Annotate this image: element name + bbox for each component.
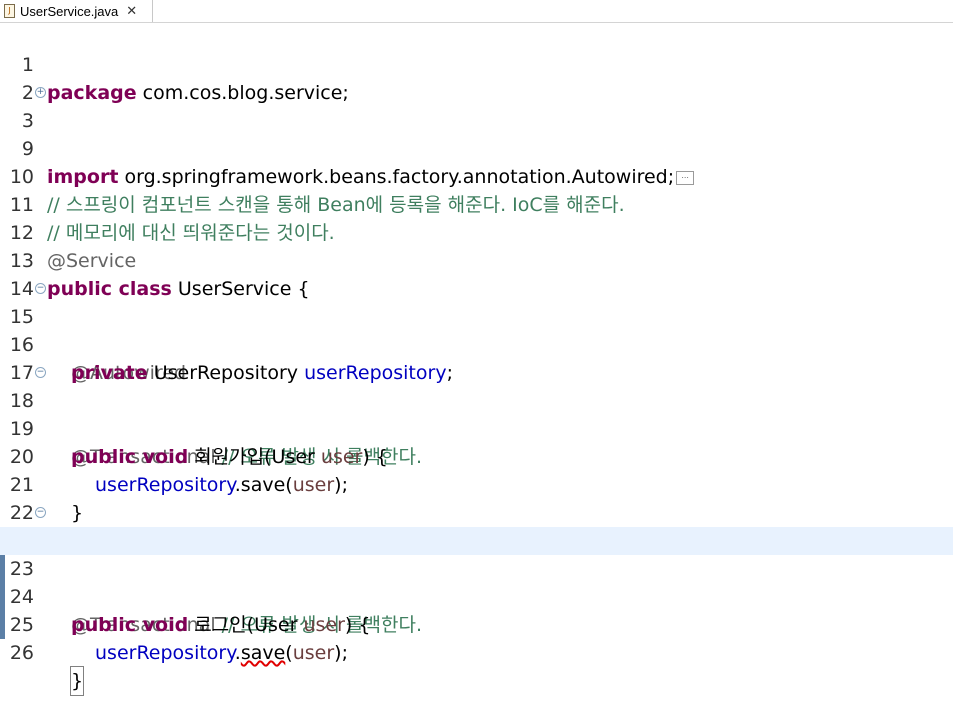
- error-underlined-method[interactable]: save: [241, 642, 285, 664]
- close-icon[interactable]: ✕: [126, 3, 137, 19]
- collapse-fold-icon[interactable]: −: [35, 283, 46, 294]
- code-text: 로그인(User: [188, 614, 304, 636]
- code-line: 14: [0, 247, 953, 300]
- keyword: public void: [71, 614, 189, 636]
- parameter: user: [303, 614, 345, 636]
- code-line: 11 // 메모리에 대신 띄워준다는 것이다.: [0, 163, 953, 244]
- code-editor[interactable]: 1 package com.cos.blog.service; 2 3 + im…: [0, 23, 953, 696]
- code-line: 15 − @Autowired: [0, 275, 953, 384]
- code-text: ) {: [344, 614, 371, 636]
- code-line: 26 }: [0, 583, 953, 696]
- code-line: 17: [0, 331, 953, 384]
- line-number: 26: [9, 642, 34, 664]
- change-marker: [0, 611, 5, 639]
- code-line: 16 private UserRepository userRepository…: [0, 303, 953, 384]
- collapse-fold-icon[interactable]: −: [35, 507, 46, 518]
- code-line: 19 public void 회원가입(User user) {: [0, 387, 953, 468]
- expand-fold-icon[interactable]: +: [35, 87, 46, 98]
- code-line: 2: [0, 51, 953, 104]
- code-line: 25 userRepository.save(user);: [0, 555, 953, 664]
- code-line: 22: [0, 471, 953, 524]
- java-file-icon: J: [4, 4, 15, 18]
- current-code-line: 24 public void 로그인(User user) {: [0, 527, 953, 636]
- code-line: 13 public class UserService {: [0, 219, 953, 300]
- code-text: );: [334, 642, 348, 664]
- matching-bracket: }: [69, 666, 85, 696]
- parameter: user: [292, 642, 335, 664]
- code-line: 21 }: [0, 443, 953, 524]
- editor-tab-bar: J UserService.java ✕: [0, 0, 953, 23]
- code-line: 12 @Service: [0, 191, 953, 272]
- tab-userservice-java[interactable]: J UserService.java ✕: [0, 0, 153, 22]
- code-line: 3 + import org.springframework.beans.fac…: [0, 79, 953, 188]
- code-line: 23 − @Transactional // 오류 발생 시 롤백한다.: [0, 499, 953, 636]
- code-line: 1 package com.cos.blog.service;: [0, 23, 953, 104]
- collapse-fold-icon[interactable]: −: [35, 367, 46, 378]
- code-text: (: [285, 642, 293, 664]
- tab-title: UserService.java: [20, 3, 119, 19]
- code-line: 10 // 스프링이 컴포넌트 스캔을 통해 Bean에 등록을 해준다. Io…: [0, 135, 953, 216]
- field-name: userRepository: [95, 642, 235, 664]
- code-line: 18 − @Transactional // 오류 발생 시 롤백한다.: [0, 359, 953, 468]
- code-line: 20 userRepository.save(user);: [0, 415, 953, 496]
- code-line: 9: [0, 107, 953, 160]
